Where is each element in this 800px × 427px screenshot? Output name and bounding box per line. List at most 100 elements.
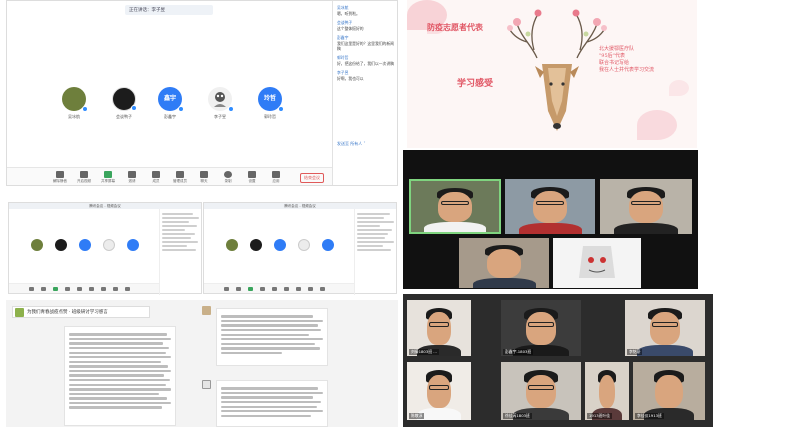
avatar [127,239,139,251]
participant-name: 郭玲哲 [264,114,276,119]
end-meeting-button[interactable]: 结束会议 [300,173,324,183]
mic-icon [178,106,184,112]
mic-icon [82,106,88,112]
chat-panel: 吴冰航 嗯，听到啦。 会谈鸭子 这个整体挺好的 彭鑫宇 我们这里是好的？这里我们的新闻… [332,1,397,185]
camera-icon [80,171,88,178]
avatar [208,87,234,112]
avatar: 玲哲 [258,87,284,112]
avatar [202,380,211,389]
mic-icon [278,106,284,112]
avatar [103,239,115,251]
manage-members-button[interactable]: 管理成员 [171,171,189,184]
participant-name: 吴冰航 [68,114,80,119]
share-icon [104,171,112,178]
video-tile[interactable]: 李佳仪1913班 [633,362,705,420]
video-tile[interactable]: 徐佳芮1803班 [501,362,581,420]
settings-button[interactable]: 设置 [243,171,261,184]
avatar: 鑫宇 [158,87,184,112]
video-tile[interactable]: 李铭豪 [625,300,705,356]
manage-icon [176,171,184,178]
mic-icon [131,105,137,111]
mic-icon [56,171,64,178]
apps-icon [272,171,280,178]
video-tile[interactable] [409,179,501,234]
record-icon [224,171,232,178]
chat-recipient-select[interactable]: 发送至 所有人 ˅ [337,141,366,147]
members-button[interactable]: 成员 [147,171,165,184]
video-tile[interactable]: 刘倩1803班 ... [407,300,471,356]
chat-header-bubble: 为我们青春战疫点赞 · 班级研讨学习感言 [12,306,150,318]
avatar [55,239,67,251]
record-button[interactable]: 录制 [219,171,237,184]
participant-name: 李子昱 [214,114,226,119]
mic-icon [228,106,234,112]
anime-avatar-icon [579,246,615,278]
slide-tag-bottom: 学习感受 [457,79,494,89]
chat-icon [200,171,208,178]
deer-illustration-icon [507,9,607,131]
members-icon [152,171,160,178]
participant-name: 会谈鸭子 [116,114,132,119]
mute-button[interactable]: 解除静音 [51,171,69,184]
meeting-window: 正在讲话：李子昱 吴冰航 会谈鸭子 鑫宇 彭鑫宇 李子昱 玲哲 郭玲哲 解除静音… [6,0,398,186]
avatar [322,239,334,251]
video-tile[interactable] [553,238,641,288]
mini-meeting-window: 腾讯会议 - 视频会议 [8,202,203,295]
mini-toolbar [204,283,354,293]
video-tile[interactable] [505,179,595,234]
chat-message: 吴冰航 嗯，听到啦。 [337,5,360,16]
reply-text-block [216,380,328,427]
mini-toolbar [9,283,159,293]
video-tile[interactable]: 彭鑫宇-1803班 [501,300,581,356]
participant-tile[interactable]: 玲哲 郭玲哲 [253,87,287,120]
chat-message: 郭玲哲 好，把这份给了，我们以一次讲稿 [337,55,394,66]
petal-decoration [637,110,677,140]
chat-button[interactable]: 聊天 [195,171,213,184]
chat-message: 会谈鸭子 这个整体挺好的 [337,20,364,31]
mini-chat [159,209,203,295]
video-tile[interactable]: 陈敬淳 [407,362,471,420]
gear-icon [248,171,256,178]
petal-decoration [669,80,689,96]
avatar [274,239,286,251]
video-tile[interactable] [459,238,549,288]
participant-stage: 吴冰航 会谈鸭子 鑫宇 彭鑫宇 李子昱 玲哲 郭玲哲 [7,17,332,167]
slide-right-text: 北大援鄂医疗队 "95后"代表 联合书记写给 我在人士并代表学习交流 [599,46,655,73]
avatar [15,308,24,317]
invite-button[interactable]: 邀请 [123,171,141,184]
avatar [112,87,137,111]
meeting-toolbar: 解除静音 开启视频 共享屏幕 邀请 成员 管理成员 聊天 录制 设置 应用 结束… [7,167,332,185]
apps-button[interactable]: 应用 [267,171,285,184]
video-gallery-bottom: 刘倩1803班 ... 彭鑫宇-1803班 李铭豪 陈敬淳 徐佳芮1803班 1… [403,294,713,427]
slide-tag-left: 防疫志愿者代表 [427,22,483,32]
avatar [31,239,43,251]
speaking-indicator: 正在讲话：李子昱 [125,5,213,15]
essay-text-block [64,326,176,426]
avatar [226,239,238,251]
chat-message: 彭鑫宇 我们这里是好的？这里我们的新闻稿 [337,35,394,51]
video-gallery-top [403,150,698,289]
invite-icon [128,171,136,178]
presentation-slide: 防疫志愿者代表 学习感受 北大援鄂医疗队 "95后"代表 联合书记写给 我在人士… [407,0,697,148]
participant-name: 彭鑫宇 [164,114,176,119]
avatar [79,239,91,251]
participant-tile[interactable]: 鑫宇 彭鑫宇 [153,87,187,120]
avatar [62,87,88,112]
avatar [250,239,262,251]
mini-meeting-window: 腾讯会议 - 视频会议 [203,202,398,295]
reply-text-block [216,308,328,366]
share-screen-button[interactable]: 共享屏幕 [99,171,117,184]
video-button[interactable]: 开启视频 [75,171,93,184]
avatar [298,239,310,251]
video-tile[interactable]: 1913班叶佳 [585,362,629,420]
chat-message: 李子昱 好啊，我也可以 [337,70,364,81]
participant-tile[interactable]: 吴冰航 [57,87,91,120]
video-tile[interactable] [600,179,692,234]
participant-tile[interactable]: 李子昱 [203,87,237,120]
avatar [202,306,211,315]
chat-document: 为我们青春战疫点赞 · 班级研讨学习感言 [6,300,398,427]
mini-stage [9,209,159,285]
mini-chat [354,209,398,295]
mini-stage [204,209,354,285]
participant-tile[interactable]: 会谈鸭子 [107,87,141,120]
